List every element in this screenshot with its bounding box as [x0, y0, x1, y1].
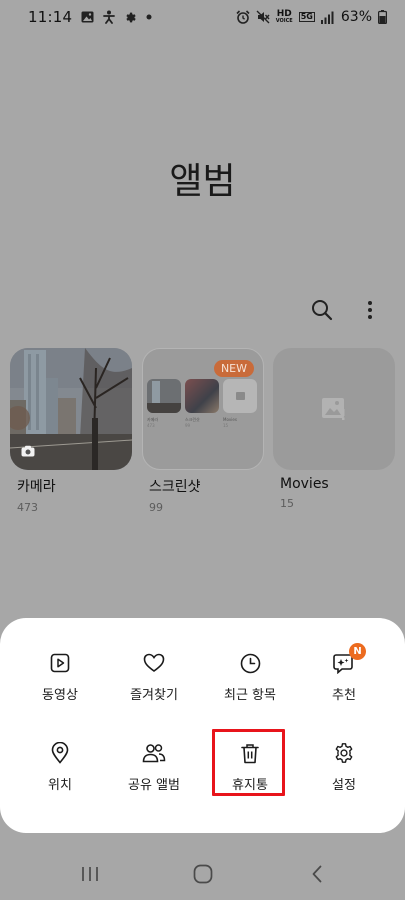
image-placeholder-icon [322, 398, 345, 420]
album-thumbnail: 카메라 473 스크린샷 99 Movies 15 NEW [142, 348, 264, 470]
camera-badge-icon [21, 442, 35, 461]
search-icon [312, 300, 333, 321]
album-camera[interactable]: 카메라 473 [10, 348, 132, 514]
people-icon [142, 741, 166, 765]
album-count: 15 [280, 497, 294, 510]
dot-icon [146, 14, 152, 20]
new-notification-badge: N [349, 643, 366, 660]
gallery-icon [81, 11, 94, 23]
alarm-icon [236, 10, 250, 24]
menu-item-label: 최근 항목 [224, 688, 276, 703]
menu-item-videos[interactable]: 동영상 [12, 651, 108, 713]
menu-item-suggestions[interactable]: N 추천 [296, 643, 392, 713]
more-options-button[interactable] [357, 296, 383, 324]
status-bar: 11:14 HD VOICE 5G 63% [0, 0, 405, 34]
5g-icon: 5G [298, 12, 315, 22]
gear-icon [124, 11, 137, 24]
hd-voice-icon: HD VOICE [276, 10, 293, 24]
signal-icon [320, 11, 335, 24]
album-screenshots[interactable]: 카메라 473 스크린샷 99 Movies 15 NEW 스크린샷 99 [142, 348, 264, 514]
album-count: 473 [17, 501, 38, 514]
menu-item-label: 즐겨찾기 [130, 688, 178, 703]
status-time: 11:14 [28, 8, 73, 26]
menu-item-favorites[interactable]: 즐겨찾기 [106, 651, 202, 713]
mini-album-movies [223, 379, 257, 413]
search-button[interactable] [309, 296, 335, 324]
status-right: HD VOICE 5G 63% [236, 9, 387, 25]
album-thumbnail [273, 348, 395, 470]
menu-item-label: 설정 [332, 778, 356, 793]
album-count: 99 [149, 501, 163, 514]
menu-item-shared-albums[interactable]: 공유 앨범 [106, 741, 202, 803]
clock-icon [238, 651, 262, 675]
menu-item-settings[interactable]: 설정 [296, 741, 392, 803]
battery-percent: 63% [340, 9, 372, 25]
back-button[interactable] [297, 860, 337, 888]
status-left: 11:14 [28, 8, 152, 26]
location-pin-icon [48, 741, 72, 765]
mini-album-camera [147, 379, 181, 413]
mini-count-screenshot: 99 [185, 423, 191, 428]
album-movies[interactable]: Movies 15 [273, 348, 395, 510]
more-vertical-icon [368, 301, 372, 319]
recent-apps-icon [82, 867, 98, 881]
mini-count-camera: 473 [147, 423, 155, 428]
recent-apps-button[interactable] [70, 860, 110, 888]
menu-item-label: 공유 앨범 [128, 778, 180, 793]
voice-label: VOICE [275, 18, 293, 24]
navigation-bar [0, 842, 405, 900]
back-icon [312, 865, 322, 883]
page-title: 앨범 [169, 161, 236, 202]
menu-item-label: 동영상 [42, 688, 78, 703]
mini-label-movies: Movies [223, 417, 237, 422]
menu-item-locations[interactable]: 위치 [12, 741, 108, 803]
album-thumbnail [10, 348, 132, 470]
sparkle-chat-icon: N [332, 643, 366, 675]
fiveg-label: 5G [298, 12, 315, 22]
album-name: 카메라 [17, 479, 56, 495]
album-name: 스크린샷 [149, 479, 201, 495]
settings-gear-icon [332, 741, 356, 765]
video-play-icon [48, 651, 72, 675]
battery-icon [378, 10, 387, 24]
mini-count-movies: 15 [223, 423, 229, 428]
heart-icon [142, 651, 166, 675]
accessibility-icon [103, 10, 116, 24]
highlight-box [212, 729, 285, 796]
album-name: Movies [280, 476, 329, 492]
mute-icon [256, 10, 270, 24]
menu-item-recent[interactable]: 최근 항목 [202, 651, 298, 713]
menu-item-label: 추천 [332, 688, 356, 703]
toolbar [309, 296, 383, 324]
home-button[interactable] [183, 860, 223, 888]
new-badge: NEW [213, 360, 254, 377]
home-icon [193, 864, 213, 884]
mini-album-screenshot [185, 379, 219, 413]
menu-item-label: 위치 [48, 778, 72, 793]
